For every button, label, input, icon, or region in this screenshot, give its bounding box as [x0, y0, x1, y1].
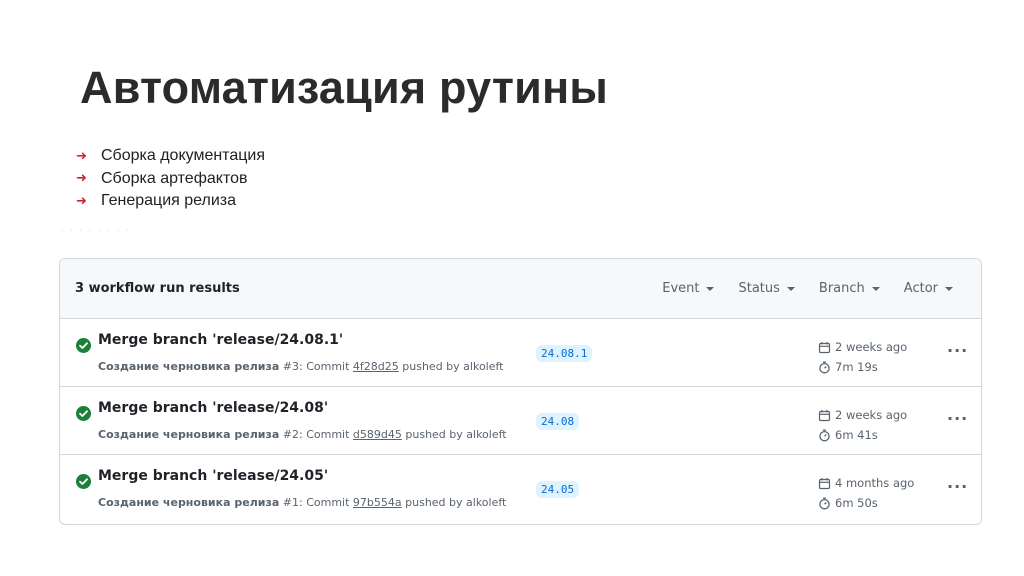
workflow-runs-panel: 3 workflow run results Event Status Bran…: [59, 258, 982, 525]
run-meta: Создание черновика релиза #2: Commit d58…: [98, 428, 507, 441]
calendar-icon: [818, 409, 831, 421]
bullet-text: Генерация релиза: [101, 192, 237, 210]
filter-status[interactable]: Status: [738, 281, 795, 296]
filter-bar: Event Status Branch Actor: [638, 281, 966, 296]
run-number: #2: [282, 428, 299, 441]
arrow-icon: ➜: [76, 193, 87, 209]
arrow-icon: ➜: [76, 148, 87, 164]
bullet-text: Сборка документация: [101, 147, 265, 165]
filter-label: Event: [662, 281, 700, 296]
run-title-link[interactable]: Merge branch 'release/24.05': [98, 468, 328, 484]
run-timing: 2 weeks ago 7m 19s: [818, 337, 907, 377]
pushed-by: pushed by alkoleft: [398, 360, 504, 373]
workflow-name: Создание черновика релиза: [98, 428, 280, 441]
run-number: #3: [282, 360, 299, 373]
run-title-link[interactable]: Merge branch 'release/24.08': [98, 400, 328, 416]
filter-event[interactable]: Event: [662, 281, 715, 296]
run-date: 2 weeks ago: [835, 340, 908, 354]
stopwatch-icon: [819, 429, 830, 441]
run-date: 4 months ago: [835, 476, 915, 490]
workflow-name: Создание черновика релиза: [98, 496, 280, 509]
calendar-icon: [818, 477, 831, 489]
check-circle-icon: [76, 474, 91, 489]
commit-prefix: : Commit: [299, 496, 353, 509]
filter-label: Status: [738, 281, 780, 296]
workflow-name: Создание черновика релиза: [98, 360, 280, 373]
filter-actor[interactable]: Actor: [904, 281, 953, 296]
bullet-list: ➜ Сборка документация ➜ Сборка артефактов …: [76, 145, 265, 213]
branch-tag[interactable]: 24.08: [536, 413, 580, 430]
arrow-icon: ➜: [76, 171, 87, 187]
run-duration: 6m 50s: [835, 496, 878, 510]
commit-prefix: : Commit: [299, 428, 353, 441]
caret-down-icon: [786, 286, 795, 291]
caret-down-icon: [706, 286, 715, 291]
run-meta: Создание черновика релиза #3: Commit 4f2…: [98, 360, 504, 373]
check-circle-icon: [76, 406, 91, 421]
pushed-by: pushed by alkoleft: [401, 496, 507, 509]
check-circle-icon: [76, 338, 91, 353]
bullet-item: ➜ Сборка документация: [76, 145, 265, 168]
panel-header: 3 workflow run results Event Status Bran…: [60, 259, 981, 319]
commit-sha-link[interactable]: 4f28d25: [353, 360, 399, 373]
slide-title: Автоматизация рутины: [80, 62, 609, 113]
run-meta: Создание черновика релиза #1: Commit 97b…: [98, 496, 506, 509]
run-title-link[interactable]: Merge branch 'release/24.08.1': [98, 332, 343, 348]
run-date: 2 weeks ago: [835, 408, 908, 422]
filter-branch[interactable]: Branch: [819, 281, 880, 296]
workflow-run-row[interactable]: Merge branch 'release/24.08.1' Создание …: [60, 319, 981, 387]
pushed-by: pushed by alkoleft: [401, 428, 507, 441]
run-number: #1: [282, 496, 299, 509]
caret-down-icon: [945, 286, 953, 291]
faint-cropped-text: · · · · · · · ·: [60, 222, 131, 236]
run-duration: 6m 41s: [835, 428, 878, 442]
results-count: 3 workflow run results: [75, 281, 240, 296]
commit-sha-link[interactable]: 97b554a: [353, 496, 402, 509]
commit-prefix: : Commit: [299, 360, 353, 373]
kebab-menu-icon[interactable]: ···: [947, 341, 968, 360]
workflow-run-row[interactable]: Merge branch 'release/24.05' Создание че…: [60, 455, 981, 523]
run-timing: 2 weeks ago 6m 41s: [818, 405, 907, 445]
branch-tag[interactable]: 24.08.1: [536, 345, 593, 362]
stopwatch-icon: [819, 497, 830, 509]
bullet-item: ➜ Генерация релиза: [76, 190, 265, 213]
calendar-icon: [818, 341, 831, 353]
workflow-run-row[interactable]: Merge branch 'release/24.08' Создание че…: [60, 387, 981, 455]
caret-down-icon: [871, 286, 880, 291]
bullet-item: ➜ Сборка артефактов: [76, 168, 265, 191]
run-timing: 4 months ago 6m 50s: [818, 473, 914, 513]
kebab-menu-icon[interactable]: ···: [947, 477, 968, 496]
filter-label: Branch: [818, 281, 865, 296]
kebab-menu-icon[interactable]: ···: [947, 409, 968, 428]
stopwatch-icon: [819, 361, 830, 373]
run-duration: 7m 19s: [835, 360, 878, 374]
filter-label: Actor: [903, 281, 938, 296]
commit-sha-link[interactable]: d589d45: [353, 428, 402, 441]
bullet-text: Сборка артефактов: [101, 169, 248, 187]
branch-tag[interactable]: 24.05: [536, 481, 580, 498]
